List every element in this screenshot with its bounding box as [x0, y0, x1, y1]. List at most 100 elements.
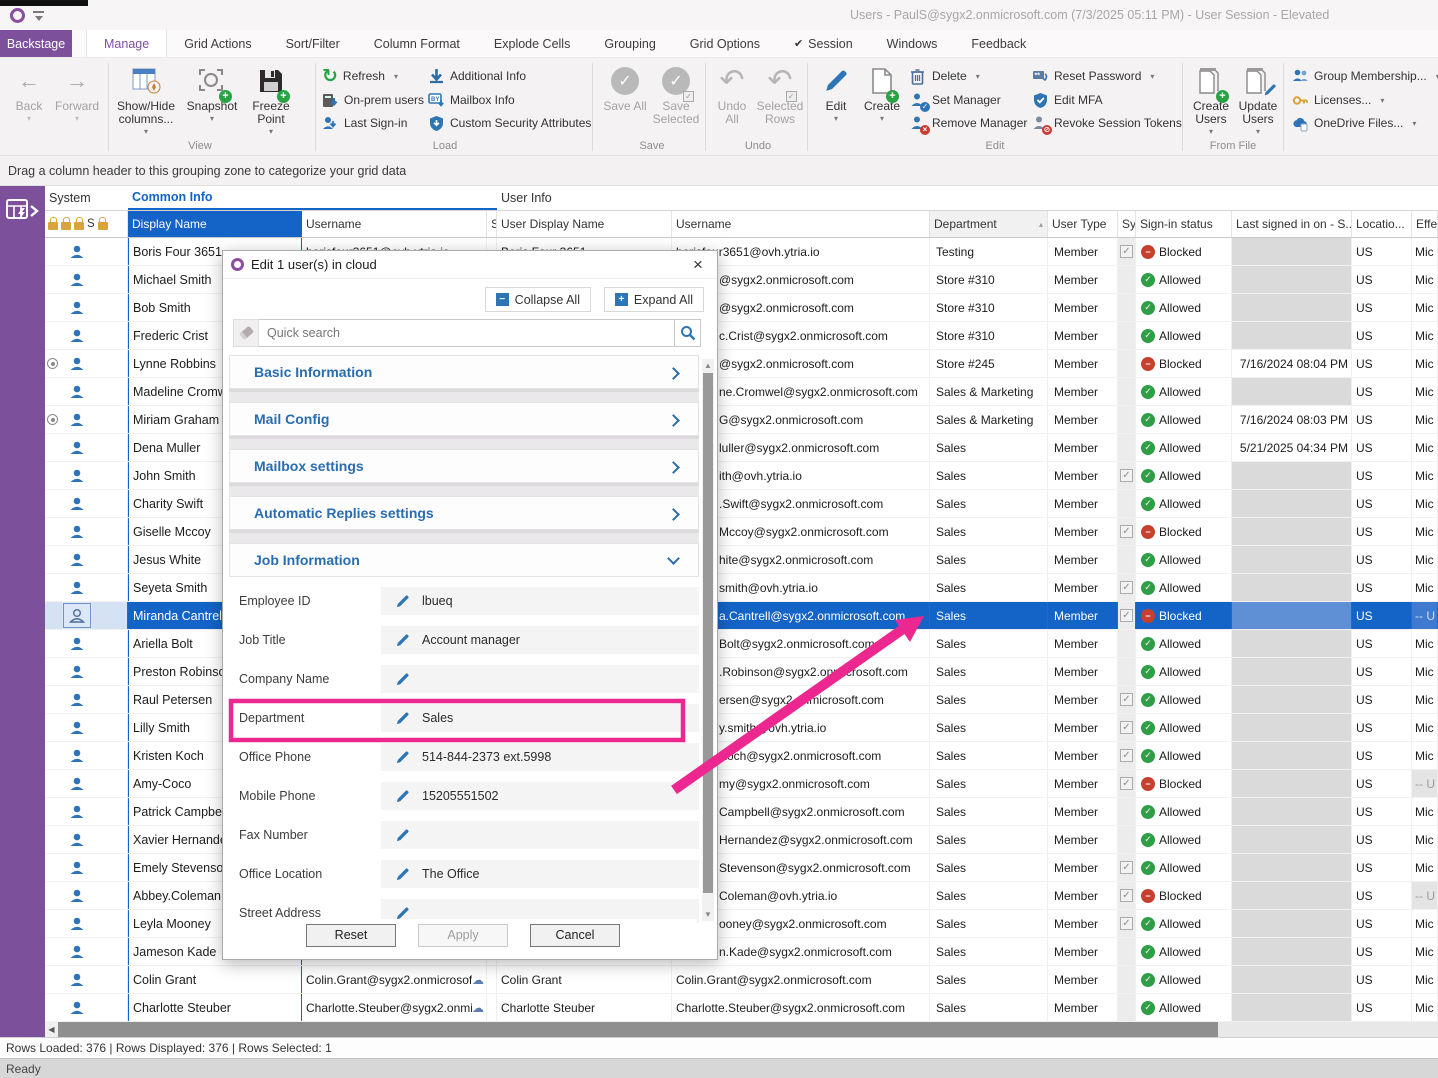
column-header-sy[interactable]: Sy... [1118, 211, 1136, 237]
cell-user-type[interactable]: Member [1048, 798, 1118, 825]
cell-effective[interactable]: Mic [1412, 546, 1438, 573]
cell-effective[interactable]: Mic [1412, 462, 1438, 489]
cell-sync[interactable]: ✓ [1118, 518, 1136, 545]
undo-all-button[interactable]: ↶ Undo All [710, 62, 754, 126]
cell-user-type[interactable]: Member [1048, 294, 1118, 321]
cell-location[interactable]: US [1352, 854, 1412, 881]
cell-department[interactable]: Sales [930, 798, 1048, 825]
edit-button[interactable]: Edit ▾ [814, 62, 858, 123]
cell-effective[interactable]: Mic [1412, 238, 1438, 265]
cell-last-signed-in[interactable]: 7/16/2024 08:03 PM [1232, 406, 1352, 433]
cell-department[interactable]: Store #310 [930, 322, 1048, 349]
cell-user-type[interactable]: Member [1048, 770, 1118, 797]
tab-grouping[interactable]: Grouping [587, 30, 672, 57]
cell-signin-status[interactable]: ✓Allowed [1136, 686, 1232, 713]
cell-department[interactable]: Sales [930, 658, 1048, 685]
cell-last-signed-in[interactable] [1232, 574, 1352, 601]
column-header-last-signed-in[interactable]: Last signed in on - S... [1232, 211, 1352, 237]
cell-signin-status[interactable]: ✓Allowed [1136, 406, 1232, 433]
column-header-user-type[interactable]: User Type [1048, 211, 1118, 237]
cell-last-signed-in[interactable] [1232, 854, 1352, 881]
dialog-scrollbar-thumb[interactable] [703, 373, 713, 893]
cell-sync[interactable]: ✓ [1118, 770, 1136, 797]
cell-user-display-name[interactable]: Colin Grant [497, 966, 672, 993]
cell-last-signed-in[interactable] [1232, 490, 1352, 517]
reset-password-button[interactable]: ** Reset Password ▾ [1032, 66, 1154, 86]
column-header-username[interactable]: Username [302, 211, 487, 237]
cell-signin-status[interactable]: ✓Allowed [1136, 490, 1232, 517]
cell-user-type[interactable]: Member [1048, 938, 1118, 965]
cell-location[interactable]: US [1352, 434, 1412, 461]
show-hide-columns-button[interactable]: Show/Hide columns... ▾ [112, 62, 180, 136]
cell-sync[interactable]: ✓ [1118, 658, 1136, 685]
cell-username[interactable]: Charlotte.Steuber@sygx2.onmi☁ [302, 994, 487, 1021]
column-header-signin-status[interactable]: Sign-in status [1136, 211, 1232, 237]
freeze-point-button[interactable]: + Freeze Point ▾ [242, 62, 300, 136]
cell-user-display-name[interactable]: Charlotte Steuber [497, 994, 672, 1021]
cell-effective[interactable]: -- U [1412, 770, 1438, 797]
cell-last-signed-in[interactable] [1232, 518, 1352, 545]
save-selected-button[interactable]: ✓✓ Save Selected [650, 62, 702, 126]
cell-username2[interactable]: Colin.Grant@sygx2.onmicrosoft.com [672, 966, 930, 993]
cell-display-name[interactable]: Charlotte Steuber [128, 994, 302, 1021]
mailbox-info-button[interactable]: BY Mailbox Info [428, 90, 515, 110]
cell-effective[interactable]: -- U [1412, 602, 1438, 629]
cell-signin-status[interactable]: ✓Allowed [1136, 322, 1232, 349]
cell-effective[interactable]: Mic [1412, 910, 1438, 937]
cell-signin-status[interactable]: ✓Allowed [1136, 462, 1232, 489]
cell-department[interactable]: Sales [930, 994, 1048, 1021]
forward-button[interactable]: → Forward ▾ [52, 62, 102, 123]
close-icon[interactable]: × [687, 255, 709, 275]
cell-location[interactable]: US [1352, 798, 1412, 825]
undo-selected-rows-button[interactable]: ↶✓ Selected Rows [754, 62, 806, 126]
cell-department[interactable]: Sales [930, 938, 1048, 965]
cell-effective[interactable]: Mic [1412, 658, 1438, 685]
cell-signin-status[interactable]: −Blocked [1136, 350, 1232, 377]
band-user-info[interactable]: User Info [497, 186, 1438, 210]
cell-user-type[interactable]: Member [1048, 434, 1118, 461]
cell-sync[interactable]: ✓ [1118, 378, 1136, 405]
group-membership-button[interactable]: Group Membership... ▾ [1292, 66, 1438, 86]
cell-sync[interactable]: ✓ [1118, 966, 1136, 993]
dialog-scrollbar[interactable]: ▲ ▼ [702, 359, 714, 921]
column-header-s-truncated[interactable]: S... [487, 211, 497, 237]
cell-last-signed-in[interactable] [1232, 658, 1352, 685]
cell-user-type[interactable]: Member [1048, 742, 1118, 769]
cell-department[interactable]: Sales [930, 826, 1048, 853]
band-system[interactable]: System [45, 186, 128, 210]
cell-signin-status[interactable]: ✓Allowed [1136, 714, 1232, 741]
delete-button[interactable]: Delete ▾ [910, 66, 980, 86]
cell-sync[interactable]: ✓ [1118, 686, 1136, 713]
cell-user-type[interactable]: Member [1048, 910, 1118, 937]
cell-department[interactable]: Sales [930, 770, 1048, 797]
cell-last-signed-in[interactable] [1232, 798, 1352, 825]
cell-department[interactable]: Sales [930, 462, 1048, 489]
cell-last-signed-in[interactable] [1232, 630, 1352, 657]
cell-department[interactable]: Sales & Marketing [930, 378, 1048, 405]
scroll-up-icon[interactable]: ▲ [702, 361, 714, 370]
cell-effective[interactable]: Mic [1412, 966, 1438, 993]
cell-effective[interactable]: Mic [1412, 686, 1438, 713]
tab-grid-options[interactable]: Grid Options [673, 30, 777, 57]
cell-sync[interactable]: ✓ [1118, 546, 1136, 573]
cell-user-type[interactable]: Member [1048, 266, 1118, 293]
cell-user-type[interactable]: Member [1048, 518, 1118, 545]
cell-last-signed-in[interactable] [1232, 770, 1352, 797]
cell-last-signed-in[interactable] [1232, 742, 1352, 769]
cell-signin-status[interactable]: ✓Allowed [1136, 294, 1232, 321]
cell-effective[interactable]: Mic [1412, 714, 1438, 741]
tab-grid-actions[interactable]: Grid Actions [167, 30, 268, 57]
tab-sort-filter[interactable]: Sort/Filter [269, 30, 357, 57]
cell-last-signed-in[interactable] [1232, 826, 1352, 853]
cell-location[interactable]: US [1352, 994, 1412, 1021]
cell-last-signed-in[interactable] [1232, 294, 1352, 321]
section-mailbox-settings[interactable]: Mailbox settings [229, 449, 699, 483]
cell-location[interactable]: US [1352, 882, 1412, 909]
cell-signin-status[interactable]: ✓Allowed [1136, 826, 1232, 853]
set-manager-button[interactable]: ✓ Set Manager [910, 90, 1001, 110]
scroll-down-icon[interactable]: ▼ [702, 910, 714, 919]
cell-last-signed-in[interactable] [1232, 714, 1352, 741]
cell-user-type[interactable]: Member [1048, 238, 1118, 265]
tab-explode-cells[interactable]: Explode Cells [477, 30, 587, 57]
cell-location[interactable]: US [1352, 714, 1412, 741]
